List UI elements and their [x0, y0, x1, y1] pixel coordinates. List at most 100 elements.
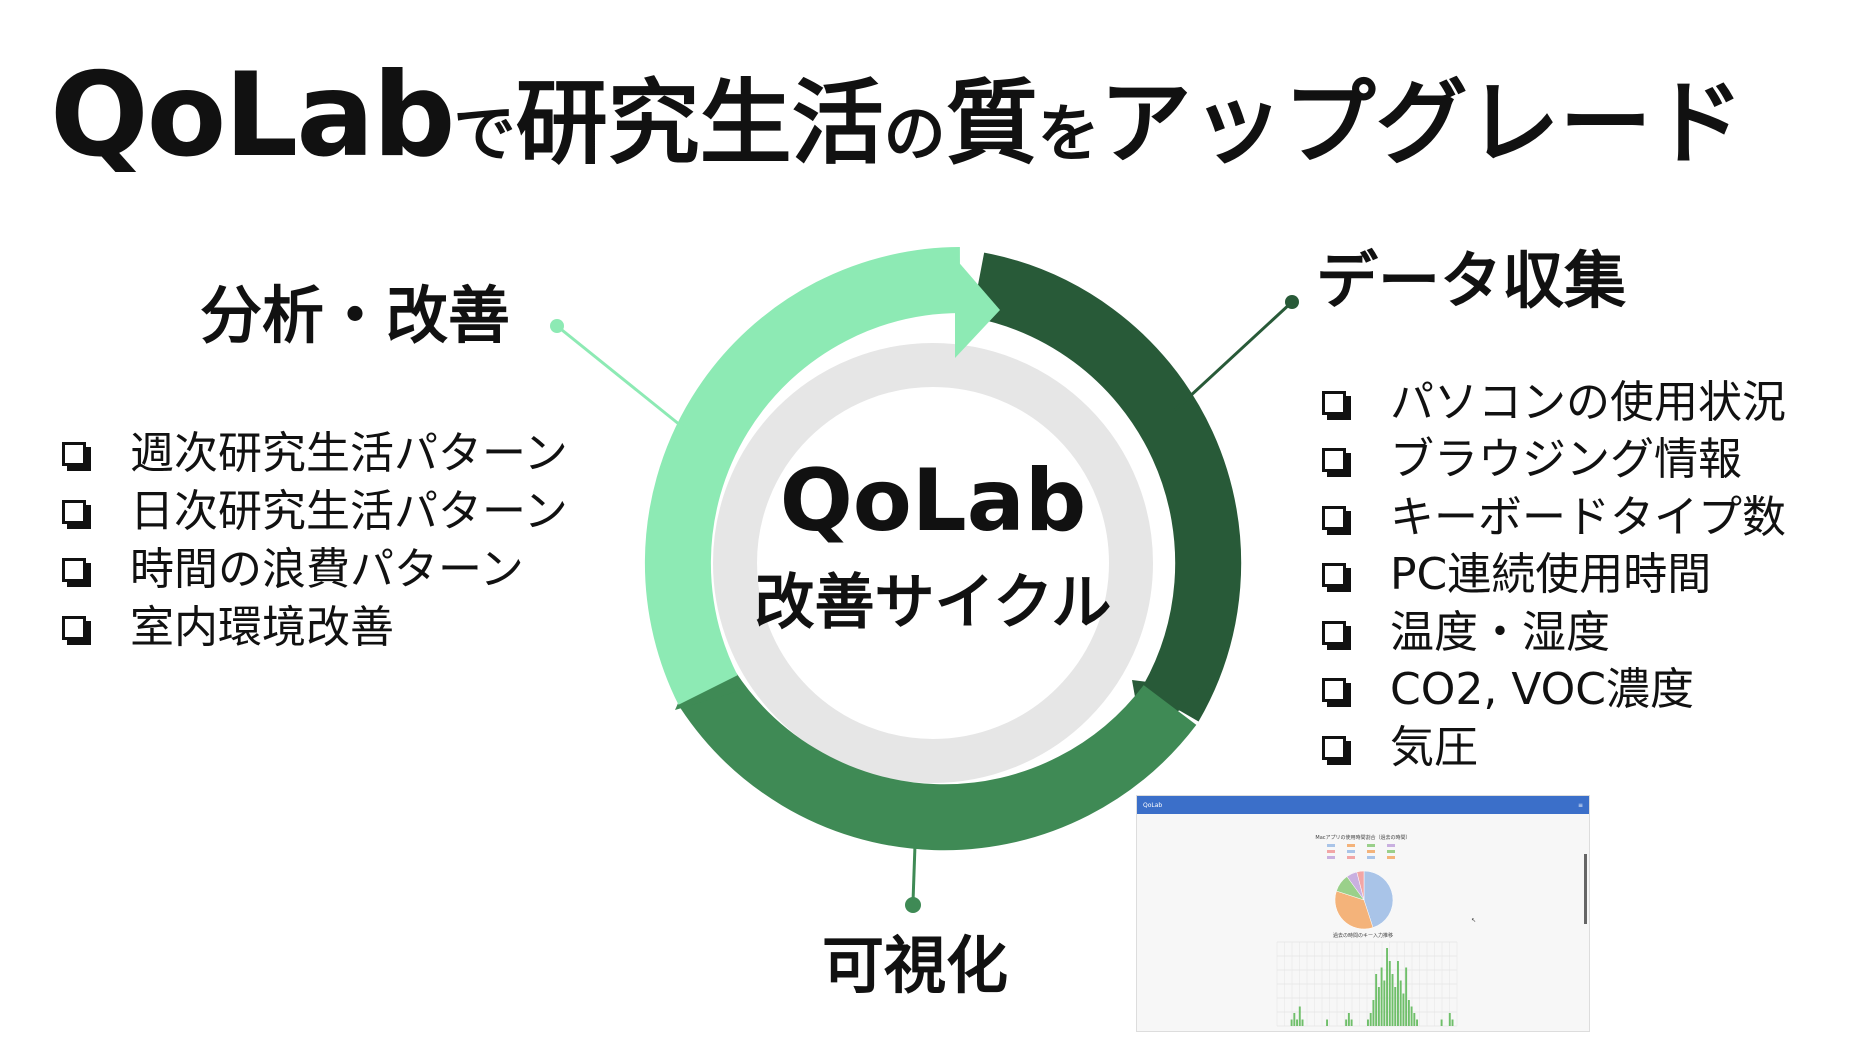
menu-icon: ≡	[1577, 801, 1583, 809]
legend-swatch	[1347, 850, 1355, 853]
inner-ring	[713, 343, 1153, 783]
scrollbar[interactable]	[1584, 854, 1587, 924]
list-item: 時間の浪費パターン	[62, 541, 568, 599]
list-item: パソコンの使用状況	[1322, 374, 1786, 432]
list-item-label: 週次研究生活パターン	[130, 428, 568, 479]
bar	[1301, 1019, 1304, 1026]
bar	[1345, 1019, 1348, 1026]
legend-swatch	[1367, 844, 1375, 847]
bar	[1375, 974, 1378, 1026]
legend-swatch	[1367, 856, 1375, 859]
bar	[1372, 1000, 1375, 1026]
dashboard-screenshot: QoLab ≡ Macアプリの使用時間割合（過去の時間） ↖ 過去の時間のキー入…	[1136, 795, 1590, 1032]
dashboard-body: Macアプリの使用時間割合（過去の時間） ↖ 過去の時間のキー入力推移	[1137, 814, 1589, 1031]
bar-chart	[1276, 941, 1458, 1027]
bar	[1402, 993, 1405, 1026]
cursor-icon: ↖	[1471, 917, 1476, 924]
checkbox-icon	[62, 558, 91, 587]
checkbox-icon	[62, 442, 91, 471]
bar	[1410, 1006, 1413, 1026]
list-item: 日次研究生活パターン	[62, 483, 568, 541]
list-item-label: 日次研究生活パターン	[130, 486, 568, 537]
bar-series	[1290, 948, 1454, 1026]
legend-swatch	[1387, 844, 1395, 847]
bar	[1397, 961, 1399, 1026]
bar	[1394, 987, 1397, 1026]
pie-legend	[1327, 844, 1395, 859]
bar	[1399, 980, 1402, 1026]
list-item: 温度・湿度	[1322, 604, 1786, 662]
center-subtitle: 改善サイクル	[754, 568, 1112, 638]
list-item: 週次研究生活パターン	[62, 425, 568, 483]
connector-collection-dot	[1285, 295, 1299, 309]
bar	[1388, 961, 1391, 1026]
checkbox-icon	[1322, 735, 1351, 765]
bar	[1416, 1019, 1419, 1026]
list-item-label: PC連続使用時間	[1390, 549, 1712, 601]
checkbox-icon	[1322, 505, 1351, 535]
list-item: PC連続使用時間	[1322, 547, 1786, 605]
checkbox-icon	[1322, 448, 1351, 478]
list-item-label: パソコンの使用状況	[1390, 376, 1786, 428]
list-item-label: ブラウジング情報	[1390, 434, 1742, 486]
collection-heading: データ収集	[1316, 244, 1627, 317]
pie-slices	[1334, 870, 1394, 930]
bar	[1407, 1000, 1410, 1026]
list-item-label: 時間の浪費パターン	[130, 544, 524, 595]
collection-list: パソコンの使用状況 ブラウジング情報 キーボードタイプ数 PC連続使用時間 温度…	[1322, 374, 1786, 777]
bar	[1347, 1013, 1350, 1026]
bar	[1298, 1006, 1301, 1026]
list-item: キーボードタイプ数	[1322, 489, 1786, 547]
connector-collection	[1173, 300, 1294, 412]
bar	[1380, 967, 1383, 1026]
dashboard-app-name: QoLab	[1143, 801, 1163, 809]
checkbox-icon	[1322, 678, 1351, 708]
bar	[1440, 1019, 1443, 1026]
analysis-heading: 分析・改善	[200, 279, 511, 352]
bar	[1369, 1013, 1372, 1026]
bar	[1391, 974, 1394, 1026]
list-item: ブラウジング情報	[1322, 432, 1786, 490]
list-item-label: 室内環境改善	[130, 602, 394, 653]
checkbox-icon	[1322, 390, 1351, 420]
legend-swatch	[1387, 856, 1395, 859]
bar	[1377, 987, 1380, 1026]
bar	[1386, 948, 1389, 1026]
connector-visualization	[911, 844, 917, 903]
bar	[1448, 1013, 1451, 1026]
legend-swatch	[1347, 844, 1355, 847]
pie-chart: ↖	[1327, 844, 1476, 930]
checkbox-icon	[62, 500, 91, 529]
list-item-label: CO2, VOC濃度	[1390, 664, 1695, 716]
bar	[1405, 967, 1408, 1026]
center-title: QoLab	[779, 451, 1087, 551]
list-item: 室内環境改善	[62, 599, 568, 657]
connector-analysis-dot	[550, 319, 564, 333]
bar-grid	[1276, 941, 1458, 1027]
list-item: CO2, VOC濃度	[1322, 662, 1786, 720]
bar	[1293, 1013, 1296, 1026]
list-item: 気圧	[1322, 719, 1786, 777]
bar	[1290, 1019, 1293, 1026]
connector-analysis	[556, 324, 691, 435]
legend-swatch	[1327, 844, 1335, 847]
bar	[1451, 1019, 1454, 1026]
connector-visualization-dot	[905, 897, 921, 913]
list-item-label: キーボードタイプ数	[1390, 491, 1786, 543]
legend-swatch	[1387, 850, 1395, 853]
bar-chart-title: 過去の時間のキー入力推移	[1332, 933, 1393, 939]
dashboard-app-bar: QoLab ≡	[1137, 796, 1589, 814]
list-item-label: 温度・湿度	[1390, 606, 1610, 658]
bar	[1413, 1013, 1416, 1026]
bar	[1296, 1019, 1299, 1026]
legend-swatch	[1327, 850, 1335, 853]
bar	[1367, 1019, 1369, 1026]
bar	[1383, 980, 1386, 1026]
checkbox-icon	[1322, 563, 1351, 593]
legend-swatch	[1347, 856, 1355, 859]
bar	[1350, 1019, 1353, 1026]
analysis-list: 週次研究生活パターン 日次研究生活パターン 時間の浪費パターン 室内環境改善	[62, 425, 568, 657]
visualization-heading: 可視化	[822, 929, 1009, 1002]
legend-swatch	[1327, 856, 1335, 859]
checkbox-icon	[1322, 620, 1351, 650]
